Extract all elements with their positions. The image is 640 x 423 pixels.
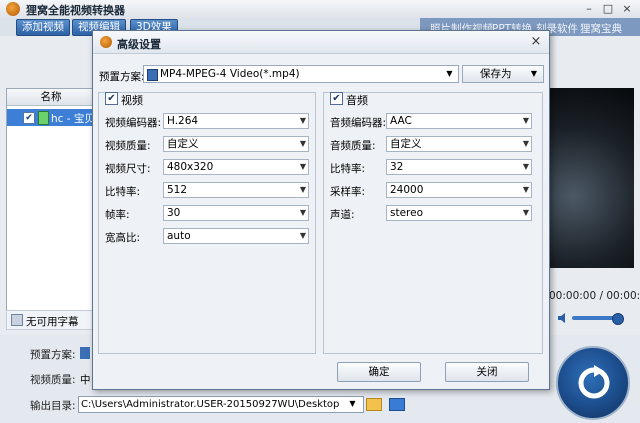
bottom-quality-label: 视频质量:: [30, 374, 76, 386]
close-window-icon[interactable]: ×: [618, 1, 636, 16]
video-field-select[interactable]: auto ▼: [163, 228, 309, 244]
advanced-settings-dialog: 高级设置 × 预置方案: MP4-MPEG-4 Video(*.mp4) ▼ 保…: [92, 30, 550, 390]
audio-field-value: 24000: [390, 184, 424, 196]
chevron-down-icon[interactable]: ▼: [346, 397, 359, 411]
minimize-icon[interactable]: –: [580, 1, 598, 16]
video-preview: [548, 88, 634, 268]
chevron-down-icon[interactable]: ▼: [523, 183, 529, 197]
audio-field-select[interactable]: 24000 ▼: [386, 182, 532, 198]
preset-label: 预置方案:: [99, 71, 145, 83]
video-group-title: 视频: [121, 94, 143, 107]
file-name: hc - 宝贝: [51, 113, 95, 125]
audio-settings-group: ✔ 音频 音频编码器: AAC ▼ 音频质量: 自定义 ▼ 比特率: 32 ▼ 采样率: 24000…: [323, 92, 543, 354]
video-field-value: auto: [167, 230, 191, 242]
chevron-down-icon[interactable]: ▼: [300, 183, 306, 197]
bottom-preset-label: 预置方案:: [30, 349, 76, 361]
chevron-down-icon[interactable]: ▼: [300, 114, 306, 128]
app-logo-icon: [6, 2, 20, 16]
volume-slider-handle[interactable]: [612, 313, 624, 325]
video-field-label: 视频编码器:: [105, 117, 162, 129]
video-field-value: 512: [167, 184, 188, 196]
audio-field-label: 采样率:: [330, 186, 366, 198]
dialog-title-bar: 高级设置 ×: [93, 31, 549, 54]
output-dir-label: 输出目录:: [30, 400, 76, 412]
audio-field-value: 32: [390, 161, 404, 173]
video-field-value: 自定义: [167, 138, 199, 150]
video-field-select[interactable]: 自定义 ▼: [163, 136, 309, 152]
subtitle-selector[interactable]: 无可用字幕: [6, 310, 96, 330]
column-header-name[interactable]: 名称: [7, 89, 95, 106]
title-bar: 狸窝全能视频转换器 – □ ×: [0, 0, 640, 19]
convert-arrow-icon: [578, 365, 610, 399]
audio-field-label: 音频编码器:: [330, 117, 387, 129]
save-as-label: 保存为: [480, 68, 512, 80]
video-field-select[interactable]: H.264 ▼: [163, 113, 309, 129]
open-folder-icon[interactable]: [389, 398, 405, 411]
subtitle-label: 无可用字幕: [26, 316, 79, 328]
video-field-label: 视频尺寸:: [105, 163, 151, 175]
audio-field-value: 自定义: [390, 138, 422, 150]
preset-value: MP4-MPEG-4 Video(*.mp4): [160, 68, 300, 80]
chevron-down-icon[interactable]: ▼: [527, 66, 541, 82]
video-field-label: 宽高比:: [105, 232, 141, 244]
format-icon: [147, 69, 158, 81]
maximize-icon[interactable]: □: [599, 1, 617, 16]
video-field-select[interactable]: 512 ▼: [163, 182, 309, 198]
file-list: 名称 ✔ hc - 宝贝: [6, 88, 96, 312]
dialog-logo-icon: [100, 36, 112, 48]
video-enable-checkbox[interactable]: ✔: [105, 92, 118, 105]
video-field-label: 视频质量:: [105, 140, 151, 152]
chevron-down-icon[interactable]: ▼: [300, 206, 306, 220]
volume-icon[interactable]: [558, 313, 568, 323]
audio-field-label: 音频质量:: [330, 140, 376, 152]
video-field-value: 30: [167, 207, 181, 219]
audio-group-title: 音频: [346, 94, 368, 107]
audio-field-select[interactable]: 自定义 ▼: [386, 136, 532, 152]
ok-button[interactable]: 确定: [337, 362, 421, 382]
file-row[interactable]: ✔ hc - 宝贝: [7, 109, 95, 126]
video-field-select[interactable]: 30 ▼: [163, 205, 309, 221]
dialog-title: 高级设置: [117, 38, 161, 51]
chevron-down-icon[interactable]: ▼: [523, 206, 529, 220]
audio-field-label: 比特率:: [330, 163, 366, 175]
audio-field-value: AAC: [390, 115, 412, 127]
file-checkbox[interactable]: ✔: [23, 112, 35, 124]
audio-enable-checkbox[interactable]: ✔: [330, 92, 343, 105]
chevron-down-icon[interactable]: ▼: [300, 137, 306, 151]
audio-field-select[interactable]: 32 ▼: [386, 159, 532, 175]
chevron-down-icon[interactable]: ▼: [300, 160, 306, 174]
audio-field-select[interactable]: AAC ▼: [386, 113, 532, 129]
video-field-value: H.264: [167, 115, 199, 127]
convert-button[interactable]: [556, 346, 630, 420]
video-field-label: 帧率:: [105, 209, 130, 221]
audio-field-label: 声道:: [330, 209, 355, 221]
close-icon[interactable]: ×: [528, 34, 544, 50]
subtitle-icon: [11, 314, 23, 326]
add-video-button[interactable]: 添加视频: [16, 19, 70, 36]
link-guide[interactable]: 狸窝宝典: [580, 21, 622, 36]
chevron-down-icon[interactable]: ▼: [523, 137, 529, 151]
chevron-down-icon[interactable]: ▼: [523, 114, 529, 128]
chevron-down-icon[interactable]: ▼: [300, 229, 306, 243]
bottom-quality-value[interactable]: 中: [80, 372, 91, 387]
save-as-button[interactable]: 保存为 ▼: [462, 65, 544, 83]
folder-icon[interactable]: [366, 398, 382, 411]
audio-field-value: stereo: [390, 207, 424, 219]
video-field-label: 比特率:: [105, 186, 141, 198]
cancel-button[interactable]: 关闭: [445, 362, 529, 382]
audio-field-select[interactable]: stereo ▼: [386, 205, 532, 221]
video-file-icon: [38, 111, 49, 125]
time-display: 00:00:00 / 00:00:00: [549, 290, 640, 302]
chevron-down-icon[interactable]: ▼: [523, 160, 529, 174]
video-settings-group: ✔ 视频 视频编码器: H.264 ▼ 视频质量: 自定义 ▼ 视频尺寸: 480x320 ▼ 比…: [98, 92, 316, 354]
output-path-field[interactable]: C:\Users\Administrator.USER-20150927WU\D…: [78, 396, 364, 413]
app-title: 狸窝全能视频转换器: [26, 4, 125, 17]
video-field-value: 480x320: [167, 161, 214, 173]
chevron-down-icon[interactable]: ▼: [442, 66, 457, 82]
preset-select[interactable]: MP4-MPEG-4 Video(*.mp4) ▼: [143, 65, 459, 83]
video-field-select[interactable]: 480x320 ▼: [163, 159, 309, 175]
preset-format-icon[interactable]: [80, 347, 90, 359]
